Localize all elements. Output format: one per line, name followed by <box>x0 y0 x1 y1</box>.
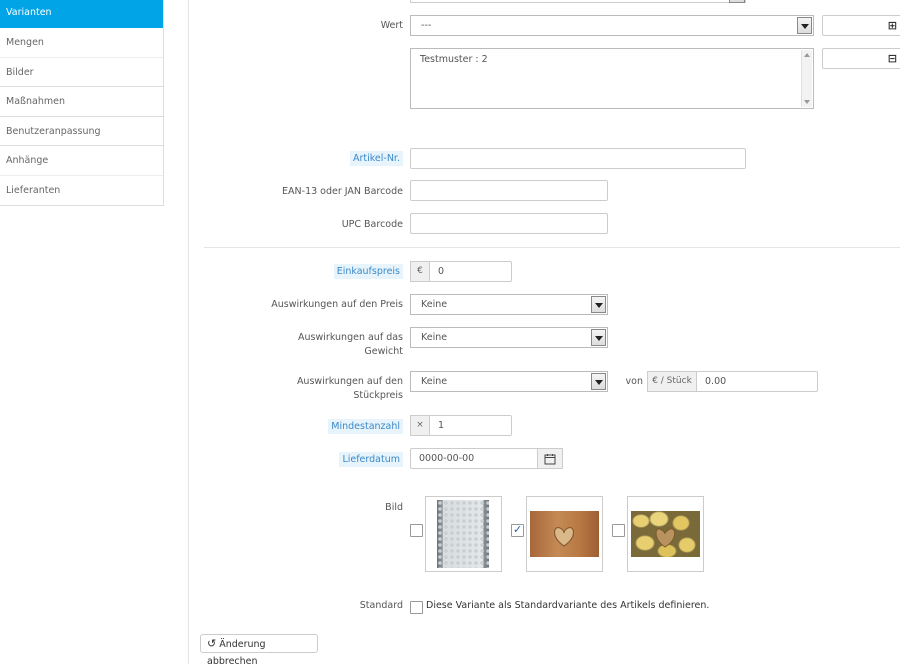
von-label: von <box>625 376 643 387</box>
potato-heart-icon <box>655 528 676 548</box>
artikel-nr-input[interactable] <box>410 148 746 169</box>
section-divider <box>204 247 900 248</box>
bild-label: Bild <box>385 502 403 513</box>
attribute-group-select[interactable] <box>410 0 746 3</box>
attribute-group-select-arrow[interactable] <box>729 0 745 3</box>
preis-impact-value: Keine <box>421 299 448 310</box>
ean13-label: EAN-13 oder JAN Barcode <box>282 186 403 197</box>
wert-label: Wert <box>380 20 403 31</box>
quantity-addon: × <box>410 415 430 436</box>
gewicht-impact-label: Auswirkungen auf das Gewicht <box>298 332 403 357</box>
sidebar-item-massnahmen[interactable]: Maßnahmen <box>0 87 163 117</box>
preis-impact-label: Auswirkungen auf den Preis <box>271 299 403 310</box>
standard-description: Diese Variante als Standardvariante des … <box>426 600 710 611</box>
standard-label: Standard <box>359 600 403 611</box>
attributes-list[interactable]: Testmuster : 2 <box>410 48 814 109</box>
stueckpreis-impact-value: Keine <box>421 376 448 387</box>
cancel-changes-button[interactable]: ↺ Änderung abbrechen <box>200 634 318 664</box>
add-attribute-button[interactable]: ⊞ <box>822 15 900 36</box>
chevron-down-icon <box>797 17 812 34</box>
sidebar-item-anhaenge[interactable]: Anhänge <box>0 146 163 176</box>
gewicht-impact-select[interactable]: Keine <box>410 327 608 348</box>
chevron-down-icon <box>591 373 606 390</box>
wert-select[interactable]: --- <box>410 15 814 36</box>
standard-checkbox[interactable] <box>410 601 423 614</box>
scroll-up-icon <box>804 53 810 57</box>
mindestanzahl-label: Mindestanzahl <box>250 419 403 434</box>
plus-icon: ⊞ <box>887 19 897 32</box>
mindestanzahl-input[interactable]: 1 <box>429 415 512 436</box>
chevron-down-icon <box>591 296 606 313</box>
einkaufspreis-label: Einkaufspreis <box>250 264 403 279</box>
minus-icon: ⊟ <box>887 52 897 65</box>
sidebar-item-varianten[interactable]: Varianten <box>0 0 163 28</box>
product-tabs-sidebar: Varianten Mengen Bilder Maßnahmen Benutz… <box>0 0 164 206</box>
calendar-button[interactable] <box>537 448 563 469</box>
calendar-icon <box>544 454 556 465</box>
undo-icon: ↺ <box>207 637 217 650</box>
preis-impact-select[interactable]: Keine <box>410 294 608 315</box>
lieferdatum-label: Lieferdatum <box>250 452 403 467</box>
stueckpreis-input[interactable]: 0.00 <box>696 371 818 392</box>
lieferdatum-input[interactable]: 0000-00-00 <box>410 448 538 469</box>
sidebar-item-mengen[interactable]: Mengen <box>0 28 163 58</box>
attributes-list-scrollbar[interactable] <box>801 50 812 107</box>
stueckpreis-impact-select[interactable]: Keine <box>410 371 608 392</box>
heart-image <box>530 511 599 557</box>
chevron-down-icon <box>591 329 606 346</box>
potato-image <box>631 511 700 557</box>
image-checkbox-1[interactable] <box>410 524 423 537</box>
sidebar-item-benutzeranpassung[interactable]: Benutzeranpassung <box>0 117 163 146</box>
image-checkbox-3[interactable] <box>612 524 625 537</box>
einkaufspreis-input[interactable]: 0 <box>429 261 512 282</box>
image-checkbox-2[interactable] <box>511 523 524 537</box>
upc-label: UPC Barcode <box>341 219 403 230</box>
wert-select-value: --- <box>421 20 432 31</box>
upc-input[interactable] <box>410 213 608 234</box>
pattern-image <box>437 500 489 568</box>
artikel-nr-label: Artikel-Nr. <box>250 151 403 166</box>
sidebar-item-bilder[interactable]: Bilder <box>0 58 163 87</box>
currency-addon: € <box>410 261 430 282</box>
unit-addon: € / Stück <box>647 371 697 392</box>
gewicht-impact-value: Keine <box>421 332 448 343</box>
stueckpreis-impact-label: Auswirkungen auf den Stückpreis <box>296 376 403 401</box>
heart-icon <box>553 526 575 547</box>
remove-attribute-button[interactable]: ⊟ <box>822 48 900 69</box>
ean13-input[interactable] <box>410 180 608 201</box>
attribute-entry: Testmuster : 2 <box>420 54 488 65</box>
sidebar-item-lieferanten[interactable]: Lieferanten <box>0 176 163 206</box>
scroll-down-icon <box>804 100 810 104</box>
content-divider <box>188 0 189 664</box>
product-combination-page: Varianten Mengen Bilder Maßnahmen Benutz… <box>0 0 900 664</box>
